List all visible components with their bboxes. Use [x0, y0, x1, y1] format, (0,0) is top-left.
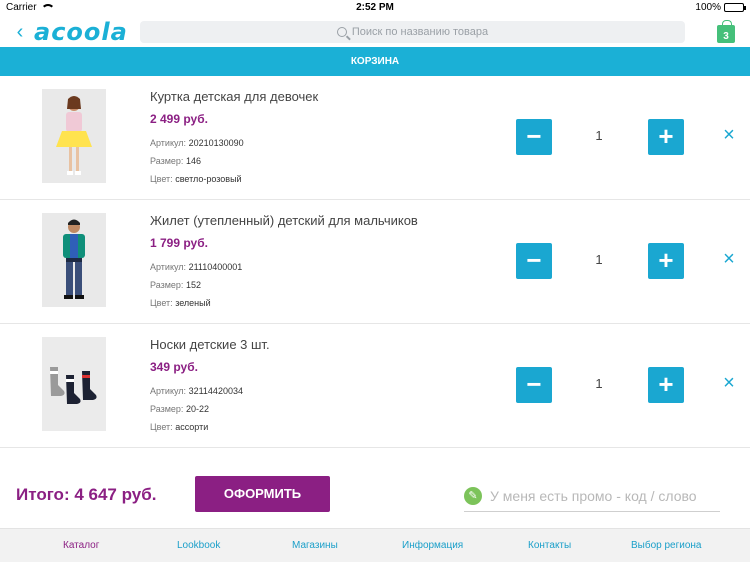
- sku-label: Артикул:: [150, 386, 187, 396]
- increase-qty-button[interactable]: +: [648, 119, 684, 155]
- product-name[interactable]: Носки детские 3 шт.: [150, 337, 270, 352]
- nav-info[interactable]: Информация: [402, 540, 463, 551]
- size-value: 20-22: [185, 404, 209, 414]
- search-input[interactable]: Поиск по названию товара: [140, 21, 685, 43]
- quantity-value: 1: [595, 128, 603, 143]
- plus-icon: +: [658, 369, 674, 399]
- remove-item-button[interactable]: ×: [720, 124, 738, 146]
- product-meta: Артикул: 21110400001 Размер: 152 Цвет: з…: [150, 258, 418, 312]
- sku-label: Артикул:: [150, 138, 187, 148]
- sku-value: 20210130090: [188, 138, 244, 148]
- close-icon: ×: [723, 372, 735, 394]
- plus-icon: +: [658, 121, 674, 151]
- battery-percent: 100%: [695, 2, 721, 13]
- tag-icon: ✎: [464, 486, 482, 505]
- product-info: Жилет (утепленный) детский для мальчиков…: [150, 213, 418, 312]
- sku-label: Артикул:: [150, 262, 187, 272]
- product-meta: Артикул: 20210130090 Размер: 146 Цвет: с…: [150, 134, 318, 188]
- cart-count-badge: 3: [723, 31, 729, 42]
- status-bar: Carrier 2:52 PM 100%: [0, 0, 750, 16]
- size-label: Размер:: [150, 156, 184, 166]
- plus-icon: +: [658, 245, 674, 275]
- remove-item-button[interactable]: ×: [720, 248, 738, 270]
- nav-stores[interactable]: Магазины: [292, 540, 338, 551]
- order-total: Итого: 4 647 руб.: [16, 485, 157, 504]
- decrease-qty-button[interactable]: −: [516, 367, 552, 403]
- checkout-button[interactable]: ОФОРМИТЬ: [195, 476, 330, 512]
- search-icon: [336, 27, 347, 37]
- cart-button[interactable]: 3: [717, 20, 735, 43]
- product-price: 349 руб.: [150, 360, 198, 374]
- product-info: Куртка детская для девочек 2 499 руб. Ар…: [150, 89, 318, 188]
- order-summary: Итого: 4 647 руб. ОФОРМИТЬ ✎ У меня есть…: [0, 448, 750, 528]
- product-name[interactable]: Куртка детская для девочек: [150, 89, 318, 104]
- remove-item-button[interactable]: ×: [720, 372, 738, 394]
- product-price: 2 499 руб.: [150, 112, 208, 126]
- logo[interactable]: acoola: [34, 20, 134, 44]
- minus-icon: −: [526, 369, 542, 399]
- search-placeholder: Поиск по названию товара: [351, 26, 489, 38]
- size-value: 152: [185, 280, 201, 290]
- product-meta: Артикул: 32114420034 Размер: 20-22 Цвет:…: [150, 382, 270, 436]
- color-value: светло-розовый: [175, 174, 242, 184]
- close-icon: ×: [723, 248, 735, 270]
- nav-catalog[interactable]: Каталог: [63, 540, 99, 551]
- page-title: КОРЗИНА: [0, 47, 750, 76]
- color-value: ассорти: [175, 422, 209, 432]
- quantity-value: 1: [595, 376, 603, 391]
- promo-placeholder: У меня есть промо - код / слово: [490, 487, 697, 504]
- nav-contacts[interactable]: Контакты: [528, 540, 571, 551]
- decrease-qty-button[interactable]: −: [516, 119, 552, 155]
- product-image[interactable]: [42, 337, 106, 431]
- sku-value: 21110400001: [188, 262, 243, 272]
- clock: 2:52 PM: [356, 2, 394, 13]
- product-image[interactable]: [42, 213, 106, 307]
- color-value: зеленый: [175, 298, 211, 308]
- nav-lookbook[interactable]: Lookbook: [177, 540, 220, 551]
- nav-region[interactable]: Выбор региона: [631, 540, 702, 551]
- increase-qty-button[interactable]: +: [648, 243, 684, 279]
- increase-qty-button[interactable]: +: [648, 367, 684, 403]
- minus-icon: −: [526, 121, 542, 151]
- decrease-qty-button[interactable]: −: [516, 243, 552, 279]
- close-icon: ×: [723, 124, 735, 146]
- color-label: Цвет:: [150, 422, 173, 432]
- chevron-left-icon: ‹: [16, 21, 24, 43]
- app-header: ‹ acoola Поиск по названию товара 3: [0, 16, 750, 48]
- cart-item: Куртка детская для девочек 2 499 руб. Ар…: [0, 76, 750, 200]
- promo-code-field[interactable]: ✎ У меня есть промо - код / слово: [464, 480, 720, 512]
- back-button[interactable]: ‹: [10, 22, 30, 42]
- product-image[interactable]: [42, 89, 106, 183]
- bottom-nav: Каталог Lookbook Магазины Информация Кон…: [0, 528, 750, 562]
- cart-item: Носки детские 3 шт. 349 руб. Артикул: 32…: [0, 324, 750, 448]
- minus-icon: −: [526, 245, 542, 275]
- cart-item: Жилет (утепленный) детский для мальчиков…: [0, 200, 750, 324]
- cart-items-list: Куртка детская для девочек 2 499 руб. Ар…: [0, 76, 750, 448]
- color-label: Цвет:: [150, 174, 173, 184]
- quantity-value: 1: [595, 252, 603, 267]
- size-value: 146: [185, 156, 201, 166]
- size-label: Размер:: [150, 280, 184, 290]
- size-label: Размер:: [150, 404, 184, 414]
- color-label: Цвет:: [150, 298, 173, 308]
- battery-icon: [724, 3, 746, 12]
- battery-status: 100%: [695, 2, 746, 13]
- product-info: Носки детские 3 шт. 349 руб. Артикул: 32…: [150, 337, 270, 436]
- sku-value: 32114420034: [188, 386, 243, 396]
- product-name[interactable]: Жилет (утепленный) детский для мальчиков: [150, 213, 418, 228]
- product-price: 1 799 руб.: [150, 236, 208, 250]
